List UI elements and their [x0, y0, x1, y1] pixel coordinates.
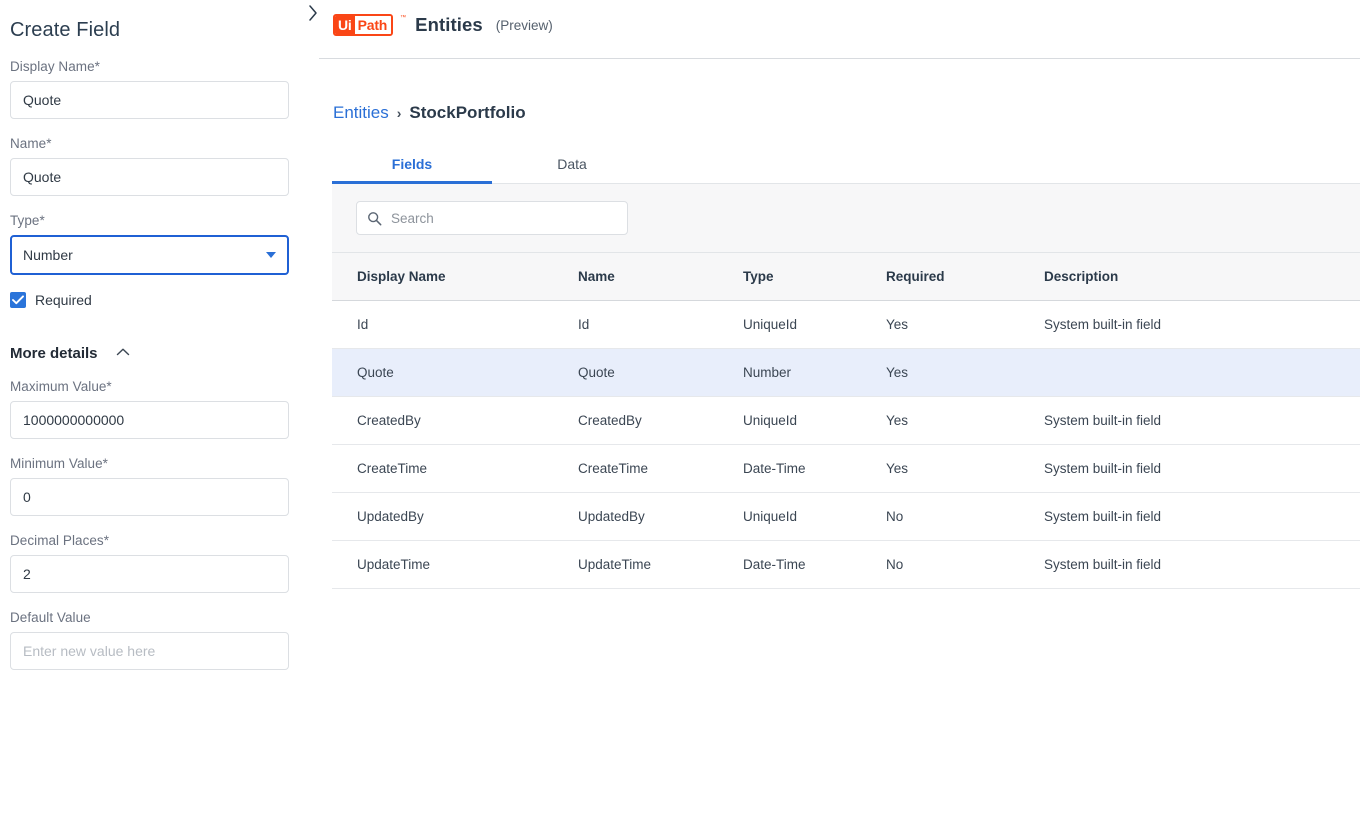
- required-checkbox[interactable]: [10, 292, 26, 308]
- cell-name: Id: [578, 317, 590, 332]
- table-row[interactable]: Quote Quote Number Yes: [332, 349, 1360, 397]
- table-row[interactable]: Id Id UniqueId Yes System built-in field: [332, 301, 1360, 349]
- brand-row: Ui Path ™ Entities (Preview): [310, 0, 1360, 36]
- cell-description: System built-in field: [1044, 509, 1162, 524]
- name-label: Name*: [10, 136, 52, 151]
- required-checkbox-label: Required: [35, 292, 92, 308]
- field-group-type: Type* Number: [10, 213, 300, 275]
- maximum-value-input[interactable]: [10, 401, 289, 439]
- column-header-display-name[interactable]: Display Name: [332, 269, 578, 284]
- maximum-value-label: Maximum Value*: [10, 379, 112, 394]
- cell-required: Yes: [886, 461, 909, 476]
- more-details-label: More details: [10, 345, 98, 362]
- table-row[interactable]: CreateTime CreateTime Date-Time Yes System b…: [332, 445, 1360, 493]
- field-group-display-name: Display Name*: [10, 59, 300, 119]
- cell-type: UniqueId: [743, 317, 798, 332]
- name-input[interactable]: [10, 158, 289, 196]
- chevron-right-icon: ›: [396, 105, 402, 121]
- table-toolbar: Search: [332, 184, 1360, 253]
- table-row[interactable]: CreatedBy CreatedBy UniqueId Yes System buil…: [332, 397, 1360, 445]
- cell-name: CreateTime: [578, 461, 649, 476]
- cell-required: Yes: [886, 317, 909, 332]
- field-group-maximum-value: Maximum Value*: [10, 379, 300, 439]
- page-title: Create Field: [10, 19, 121, 41]
- display-name-label: Display Name*: [10, 59, 100, 74]
- cell-name: Quote: [578, 365, 615, 380]
- field-group-minimum-value: Minimum Value*: [10, 456, 300, 516]
- minimum-value-label: Minimum Value*: [10, 456, 108, 471]
- uipath-logo: Ui Path: [333, 14, 394, 36]
- chevron-up-icon[interactable]: [115, 346, 131, 358]
- create-field-panel: Create Field Display Name* Name* Type* N…: [0, 0, 310, 816]
- check-icon: [12, 295, 24, 305]
- type-select-value: Number: [23, 247, 73, 263]
- trademark-icon: ™: [400, 15, 407, 21]
- field-group-default-value: Default Value: [10, 610, 300, 670]
- cell-display-name: Id: [357, 317, 369, 332]
- cell-display-name: CreateTime: [357, 461, 428, 476]
- column-header-description[interactable]: Description: [1044, 269, 1360, 284]
- table-row[interactable]: UpdateTime UpdateTime Date-Time No System bu…: [332, 541, 1360, 589]
- type-select-wrapper: Number: [10, 235, 289, 275]
- logo-ui-mark: Ui: [335, 16, 355, 34]
- cell-display-name: Quote: [357, 365, 394, 380]
- cell-description: System built-in field: [1044, 557, 1162, 572]
- cell-description: System built-in field: [1044, 317, 1162, 332]
- more-details-toggle[interactable]: More details: [10, 345, 300, 362]
- type-select[interactable]: Number: [10, 235, 289, 275]
- app-name: Entities: [415, 14, 483, 35]
- search-icon: [368, 211, 382, 225]
- default-value-label: Default Value: [10, 610, 91, 625]
- cell-type: Date-Time: [743, 461, 806, 476]
- table-row[interactable]: UpdatedBy UpdatedBy UniqueId No System built…: [332, 493, 1360, 541]
- preview-badge: (Preview): [495, 17, 553, 33]
- cell-required: No: [886, 509, 904, 524]
- type-label: Type*: [10, 213, 45, 228]
- search-placeholder: Search: [391, 210, 434, 226]
- fields-table: Display Name Name Type Required Descript…: [332, 253, 1360, 589]
- decimal-places-input[interactable]: [10, 555, 289, 593]
- entities-main: Ui Path ™ Entities (Preview) Entities › …: [309, 0, 1360, 816]
- field-group-name: Name*: [10, 136, 300, 196]
- search-input[interactable]: Search: [356, 201, 628, 235]
- cell-type: Number: [743, 365, 792, 380]
- required-checkbox-row[interactable]: Required: [10, 292, 300, 308]
- column-header-required[interactable]: Required: [886, 269, 1044, 284]
- breadcrumb: Entities › StockPortfolio: [333, 103, 526, 123]
- column-header-name[interactable]: Name: [578, 269, 743, 284]
- default-value-input[interactable]: [10, 632, 289, 670]
- tab-data[interactable]: Data: [492, 147, 652, 183]
- cell-type: Date-Time: [743, 557, 806, 572]
- tab-fields[interactable]: Fields: [332, 147, 492, 184]
- cell-display-name: CreatedBy: [357, 413, 421, 428]
- breadcrumb-item-current: StockPortfolio: [409, 103, 526, 122]
- display-name-input[interactable]: [10, 81, 289, 119]
- cell-required: No: [886, 557, 904, 572]
- header-divider: [319, 58, 1360, 59]
- cell-required: Yes: [886, 413, 909, 428]
- cell-display-name: UpdateTime: [357, 557, 431, 572]
- field-group-decimal-places: Decimal Places*: [10, 533, 300, 593]
- minimum-value-input[interactable]: [10, 478, 289, 516]
- cell-type: UniqueId: [743, 413, 798, 428]
- tab-bar: Fields Data: [332, 147, 1360, 184]
- cell-name: UpdatedBy: [578, 509, 645, 524]
- logo-path-word: Path: [354, 16, 392, 34]
- cell-description: System built-in field: [1044, 461, 1162, 476]
- table-body: Id Id UniqueId Yes System built-in field Quot…: [332, 301, 1360, 589]
- decimal-places-label: Decimal Places*: [10, 533, 110, 548]
- breadcrumb-item-entities[interactable]: Entities: [333, 103, 389, 123]
- chevron-down-icon: [266, 252, 276, 258]
- cell-description: System built-in field: [1044, 413, 1162, 428]
- cell-name: UpdateTime: [578, 557, 652, 572]
- cell-name: CreatedBy: [578, 413, 642, 428]
- cell-type: UniqueId: [743, 509, 798, 524]
- table-header-row: Display Name Name Type Required Descript…: [332, 253, 1360, 301]
- app-header: Ui Path ™ Entities (Preview): [310, 0, 1360, 59]
- cell-display-name: UpdatedBy: [357, 509, 424, 524]
- column-header-type[interactable]: Type: [743, 269, 886, 284]
- cell-required: Yes: [886, 365, 909, 380]
- entities-page: Create Field Display Name* Name* Type* N…: [0, 0, 1360, 816]
